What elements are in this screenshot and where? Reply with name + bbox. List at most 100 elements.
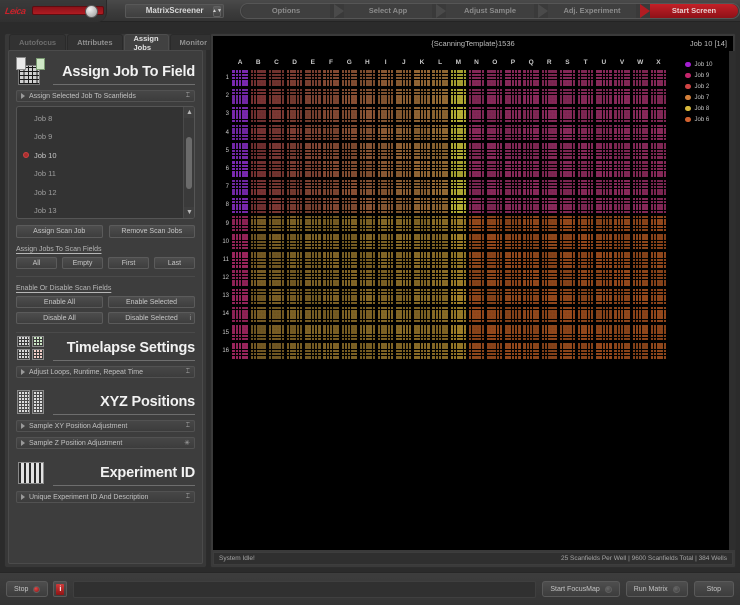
well-row[interactable]: 8 (226, 196, 668, 214)
scanfield[interactable] (554, 204, 557, 207)
scanfield[interactable] (314, 134, 318, 138)
scanfield[interactable] (235, 80, 239, 83)
scanfield[interactable] (271, 164, 275, 168)
scanfield[interactable] (541, 116, 545, 119)
scanfield[interactable] (351, 137, 354, 141)
scanfield[interactable] (602, 146, 606, 149)
scanfield[interactable] (336, 174, 339, 177)
scanfield[interactable] (384, 101, 387, 104)
scanfield[interactable] (399, 182, 402, 186)
scanfield[interactable] (536, 149, 539, 153)
scanfield[interactable] (572, 113, 576, 116)
scanfield[interactable] (396, 182, 399, 186)
scanfield[interactable] (511, 149, 515, 153)
scanfield[interactable] (354, 88, 357, 92)
scanfield[interactable] (271, 207, 275, 210)
scanfield[interactable] (551, 143, 554, 146)
scanfield[interactable] (268, 210, 272, 214)
scanfield[interactable] (587, 174, 591, 177)
scanfield[interactable] (569, 101, 572, 104)
scanfield[interactable] (453, 124, 457, 128)
scanfield[interactable] (305, 164, 308, 168)
well-S3[interactable] (558, 105, 576, 123)
scanfield[interactable] (242, 88, 245, 92)
scanfield[interactable] (318, 210, 321, 214)
scanfield[interactable] (260, 149, 263, 153)
scanfield[interactable] (505, 88, 508, 92)
scanfield[interactable] (290, 83, 293, 86)
scanfield[interactable] (250, 113, 254, 116)
scanfield[interactable] (432, 210, 435, 214)
scanfield[interactable] (657, 128, 660, 131)
scanfield[interactable] (514, 143, 518, 146)
scanfield[interactable] (475, 95, 478, 98)
scanfield[interactable] (526, 83, 530, 86)
scanfield[interactable] (599, 149, 602, 153)
scanfield[interactable] (463, 146, 467, 149)
scanfield[interactable] (332, 80, 336, 83)
scanfield[interactable] (396, 76, 399, 80)
scanfield[interactable] (609, 95, 612, 98)
scanfield[interactable] (445, 134, 448, 138)
scanfield[interactable] (372, 101, 376, 104)
well-X4[interactable] (649, 124, 667, 142)
scanfield[interactable] (329, 152, 333, 156)
scanfield[interactable] (499, 73, 503, 77)
scanfield[interactable] (396, 91, 399, 95)
scanfield[interactable] (423, 134, 427, 138)
scanfield[interactable] (372, 161, 376, 164)
scanfield[interactable] (566, 95, 569, 98)
scanfield[interactable] (366, 98, 369, 101)
scanfield[interactable] (450, 80, 454, 83)
scanfield[interactable] (496, 80, 500, 83)
scanfield[interactable] (514, 207, 518, 210)
scanfield[interactable] (617, 170, 621, 174)
scanfield[interactable] (299, 204, 303, 207)
scanfield[interactable] (599, 189, 602, 192)
scanfield[interactable] (314, 131, 318, 134)
scanfield[interactable] (366, 149, 369, 153)
scanfield[interactable] (414, 134, 417, 138)
scanfield[interactable] (645, 182, 648, 186)
scanfield[interactable] (523, 197, 526, 201)
scanfield[interactable] (605, 134, 609, 138)
scanfield[interactable] (541, 204, 545, 207)
scanfield[interactable] (296, 192, 300, 195)
scanfield[interactable] (599, 192, 602, 195)
scanfield[interactable] (381, 83, 384, 86)
scanfield[interactable] (387, 210, 391, 214)
scanfield[interactable] (627, 149, 630, 153)
scanfield[interactable] (663, 192, 667, 195)
scanfield[interactable] (587, 192, 591, 195)
scanfield[interactable] (453, 106, 457, 110)
scanfield[interactable] (463, 76, 467, 80)
scanfield[interactable] (442, 131, 445, 134)
scanfield[interactable] (402, 179, 406, 183)
scanfield[interactable] (263, 70, 266, 73)
scanfield[interactable] (584, 76, 587, 80)
scanfield[interactable] (275, 131, 278, 134)
scanfield[interactable] (286, 124, 290, 128)
scanfield[interactable] (260, 70, 263, 73)
scanfield[interactable] (405, 152, 409, 156)
scanfield[interactable] (475, 189, 478, 192)
scanfield[interactable] (354, 200, 357, 204)
scanfield[interactable] (362, 76, 366, 80)
scanfield[interactable] (493, 143, 496, 146)
scanfield[interactable] (399, 149, 402, 153)
scanfield[interactable] (260, 143, 263, 146)
scanfield[interactable] (329, 149, 333, 153)
scanfield[interactable] (354, 124, 357, 128)
scanfield[interactable] (487, 174, 490, 177)
scanfield[interactable] (351, 101, 354, 104)
scanfield[interactable] (390, 119, 394, 123)
scanfield[interactable] (369, 83, 372, 86)
scanfield[interactable] (460, 91, 463, 95)
scanfield[interactable] (523, 210, 526, 214)
scanfield[interactable] (472, 119, 475, 123)
scanfield[interactable] (384, 204, 387, 207)
scanfield[interactable] (271, 124, 275, 128)
scanfield[interactable] (232, 164, 235, 168)
scanfield[interactable] (305, 189, 308, 192)
scanfield[interactable] (427, 116, 430, 119)
